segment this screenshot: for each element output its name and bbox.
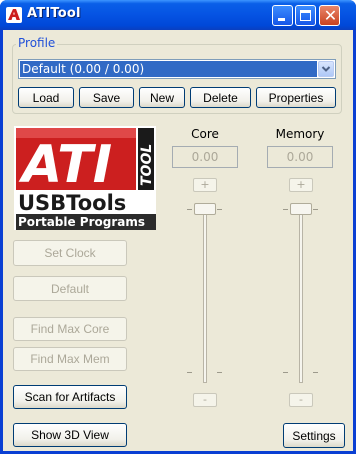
logo-ati-text: ATI [18, 135, 112, 195]
core-tick-top-left [187, 209, 192, 210]
ati-tool-logo: ATI TOOL USBTools Portable Programs [14, 126, 156, 230]
logo-usbtools-text: USBTools [18, 191, 126, 215]
scan-artifacts-button[interactable]: Scan for Artifacts [13, 385, 127, 409]
logo-portable-text: Portable Programs [18, 215, 145, 229]
memory-increase-button[interactable]: + [289, 178, 313, 192]
properties-button[interactable]: Properties [256, 87, 336, 108]
show-3d-view-button[interactable]: Show 3D View [13, 423, 127, 447]
load-button[interactable]: Load [18, 87, 74, 108]
new-button[interactable]: New [139, 87, 185, 108]
memory-slider-thumb[interactable] [290, 203, 312, 215]
find-max-mem-button[interactable]: Find Max Mem [13, 347, 127, 371]
memory-value-field[interactable]: 0.00 [267, 146, 333, 168]
memory-tick-bottom-right [313, 372, 318, 373]
close-button[interactable]: ✕ [319, 5, 340, 26]
set-clock-button[interactable]: Set Clock [13, 240, 127, 266]
title-bar[interactable]: ATITool ✕ [0, 0, 356, 30]
core-tick-top-right [217, 209, 222, 210]
minimize-button[interactable] [272, 5, 293, 26]
find-max-core-button[interactable]: Find Max Core [13, 317, 127, 341]
logo-tool-text: TOOL [139, 144, 155, 186]
profile-selected-value: Default (0.00 / 0.00) [20, 61, 317, 77]
chevron-down-icon [321, 66, 331, 72]
memory-decrease-button[interactable]: - [289, 393, 313, 407]
maximize-button[interactable] [295, 5, 316, 26]
core-slider-track[interactable] [203, 203, 207, 383]
delete-button[interactable]: Delete [190, 87, 251, 108]
minimize-icon [278, 18, 285, 21]
maximize-icon [300, 10, 311, 21]
default-button[interactable]: Default [13, 276, 127, 301]
core-slider-thumb[interactable] [194, 203, 216, 215]
core-tick-bottom-right [217, 372, 222, 373]
save-button[interactable]: Save [79, 87, 134, 108]
memory-tick-top-left [283, 209, 288, 210]
core-decrease-button[interactable]: - [193, 393, 217, 407]
core-label: Core [191, 127, 219, 141]
ati-app-icon [6, 7, 22, 23]
window-title: ATITool [27, 6, 81, 21]
profile-select[interactable]: Default (0.00 / 0.00) [18, 59, 336, 79]
combo-dropdown-button[interactable] [318, 61, 334, 77]
close-icon: ✕ [323, 6, 338, 25]
settings-button[interactable]: Settings [283, 423, 345, 448]
core-tick-bottom-left [187, 372, 192, 373]
profile-label: Profile [16, 36, 58, 50]
core-value-field[interactable]: 0.00 [172, 146, 238, 168]
memory-label: Memory [275, 127, 325, 141]
memory-tick-top-right [313, 209, 318, 210]
core-increase-button[interactable]: + [193, 178, 217, 192]
memory-slider-track[interactable] [299, 203, 303, 383]
memory-tick-bottom-left [283, 372, 288, 373]
